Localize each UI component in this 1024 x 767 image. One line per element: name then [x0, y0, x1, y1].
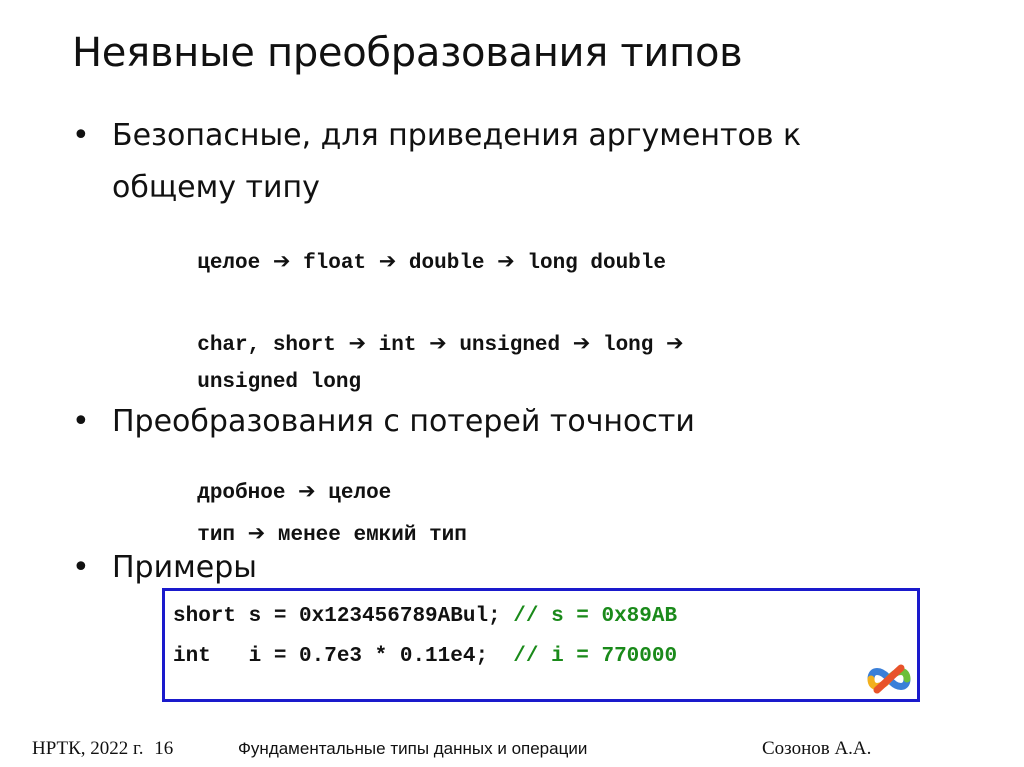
bullet-text: Преобразования с потерей точности — [112, 404, 695, 439]
code-token: unsigned long — [197, 371, 362, 394]
footer-page-number: 16 — [154, 738, 174, 759]
code-line-type: тип ➔ менее емкий тип — [172, 498, 467, 547]
code-token: unsigned — [459, 334, 561, 357]
code-comment: // i = 770000 — [513, 645, 678, 668]
code-text: int i = 0.7e3 * 0.11e4; — [173, 645, 514, 668]
code-comment: // s = 0x89AB — [513, 605, 678, 628]
example-code-box: short s = 0x123456789ABul; // s = 0x89AB… — [162, 588, 920, 702]
code-token: long double — [527, 252, 666, 275]
example-line-int: int i = 0.7e3 * 0.11e4; // i = 770000 — [173, 645, 677, 668]
footer-org: НРТК, 2022 г. — [32, 738, 144, 759]
bullet-text: Примеры — [112, 550, 257, 585]
bullet-dot: • — [72, 404, 90, 439]
arrow-icon: ➔ — [429, 331, 447, 355]
example-line-short: short s = 0x123456789ABul; // s = 0x89AB — [173, 605, 677, 628]
visual-studio-logo-icon — [867, 664, 911, 694]
code-token: long — [602, 334, 654, 357]
code-token: целое — [197, 252, 261, 275]
bullet-text: Безопасные, для приведения аргументов к — [112, 118, 802, 153]
arrow-icon: ➔ — [272, 249, 291, 273]
code-token: double — [408, 252, 485, 275]
arrow-icon: ➔ — [572, 331, 591, 355]
code-token: float — [303, 252, 367, 275]
code-token: int — [378, 334, 417, 357]
footer-author: Созонов А.А. — [762, 738, 872, 759]
code-line-int-chain-cont: unsigned long — [172, 348, 361, 394]
bullet-dot: • — [72, 550, 90, 585]
arrow-icon: ➔ — [378, 249, 397, 273]
code-text: short s = 0x123456789ABul; — [173, 605, 514, 628]
arrow-icon: ➔ — [497, 249, 515, 273]
code-token: менее емкий тип — [277, 524, 467, 547]
bullet-text-cont: общему типу — [112, 170, 320, 205]
slide-title: Неявные преобразования типов — [72, 30, 743, 76]
arrow-icon: ➔ — [666, 331, 684, 355]
code-line-float-chain: целое ➔ float ➔ double ➔ long double — [172, 226, 666, 275]
footer-org-year: НРТК, 2022 г. 16 — [32, 738, 173, 760]
bullet-dot: • — [72, 118, 90, 153]
footer-topic: Фундаментальные типы данных и операции — [238, 739, 588, 758]
